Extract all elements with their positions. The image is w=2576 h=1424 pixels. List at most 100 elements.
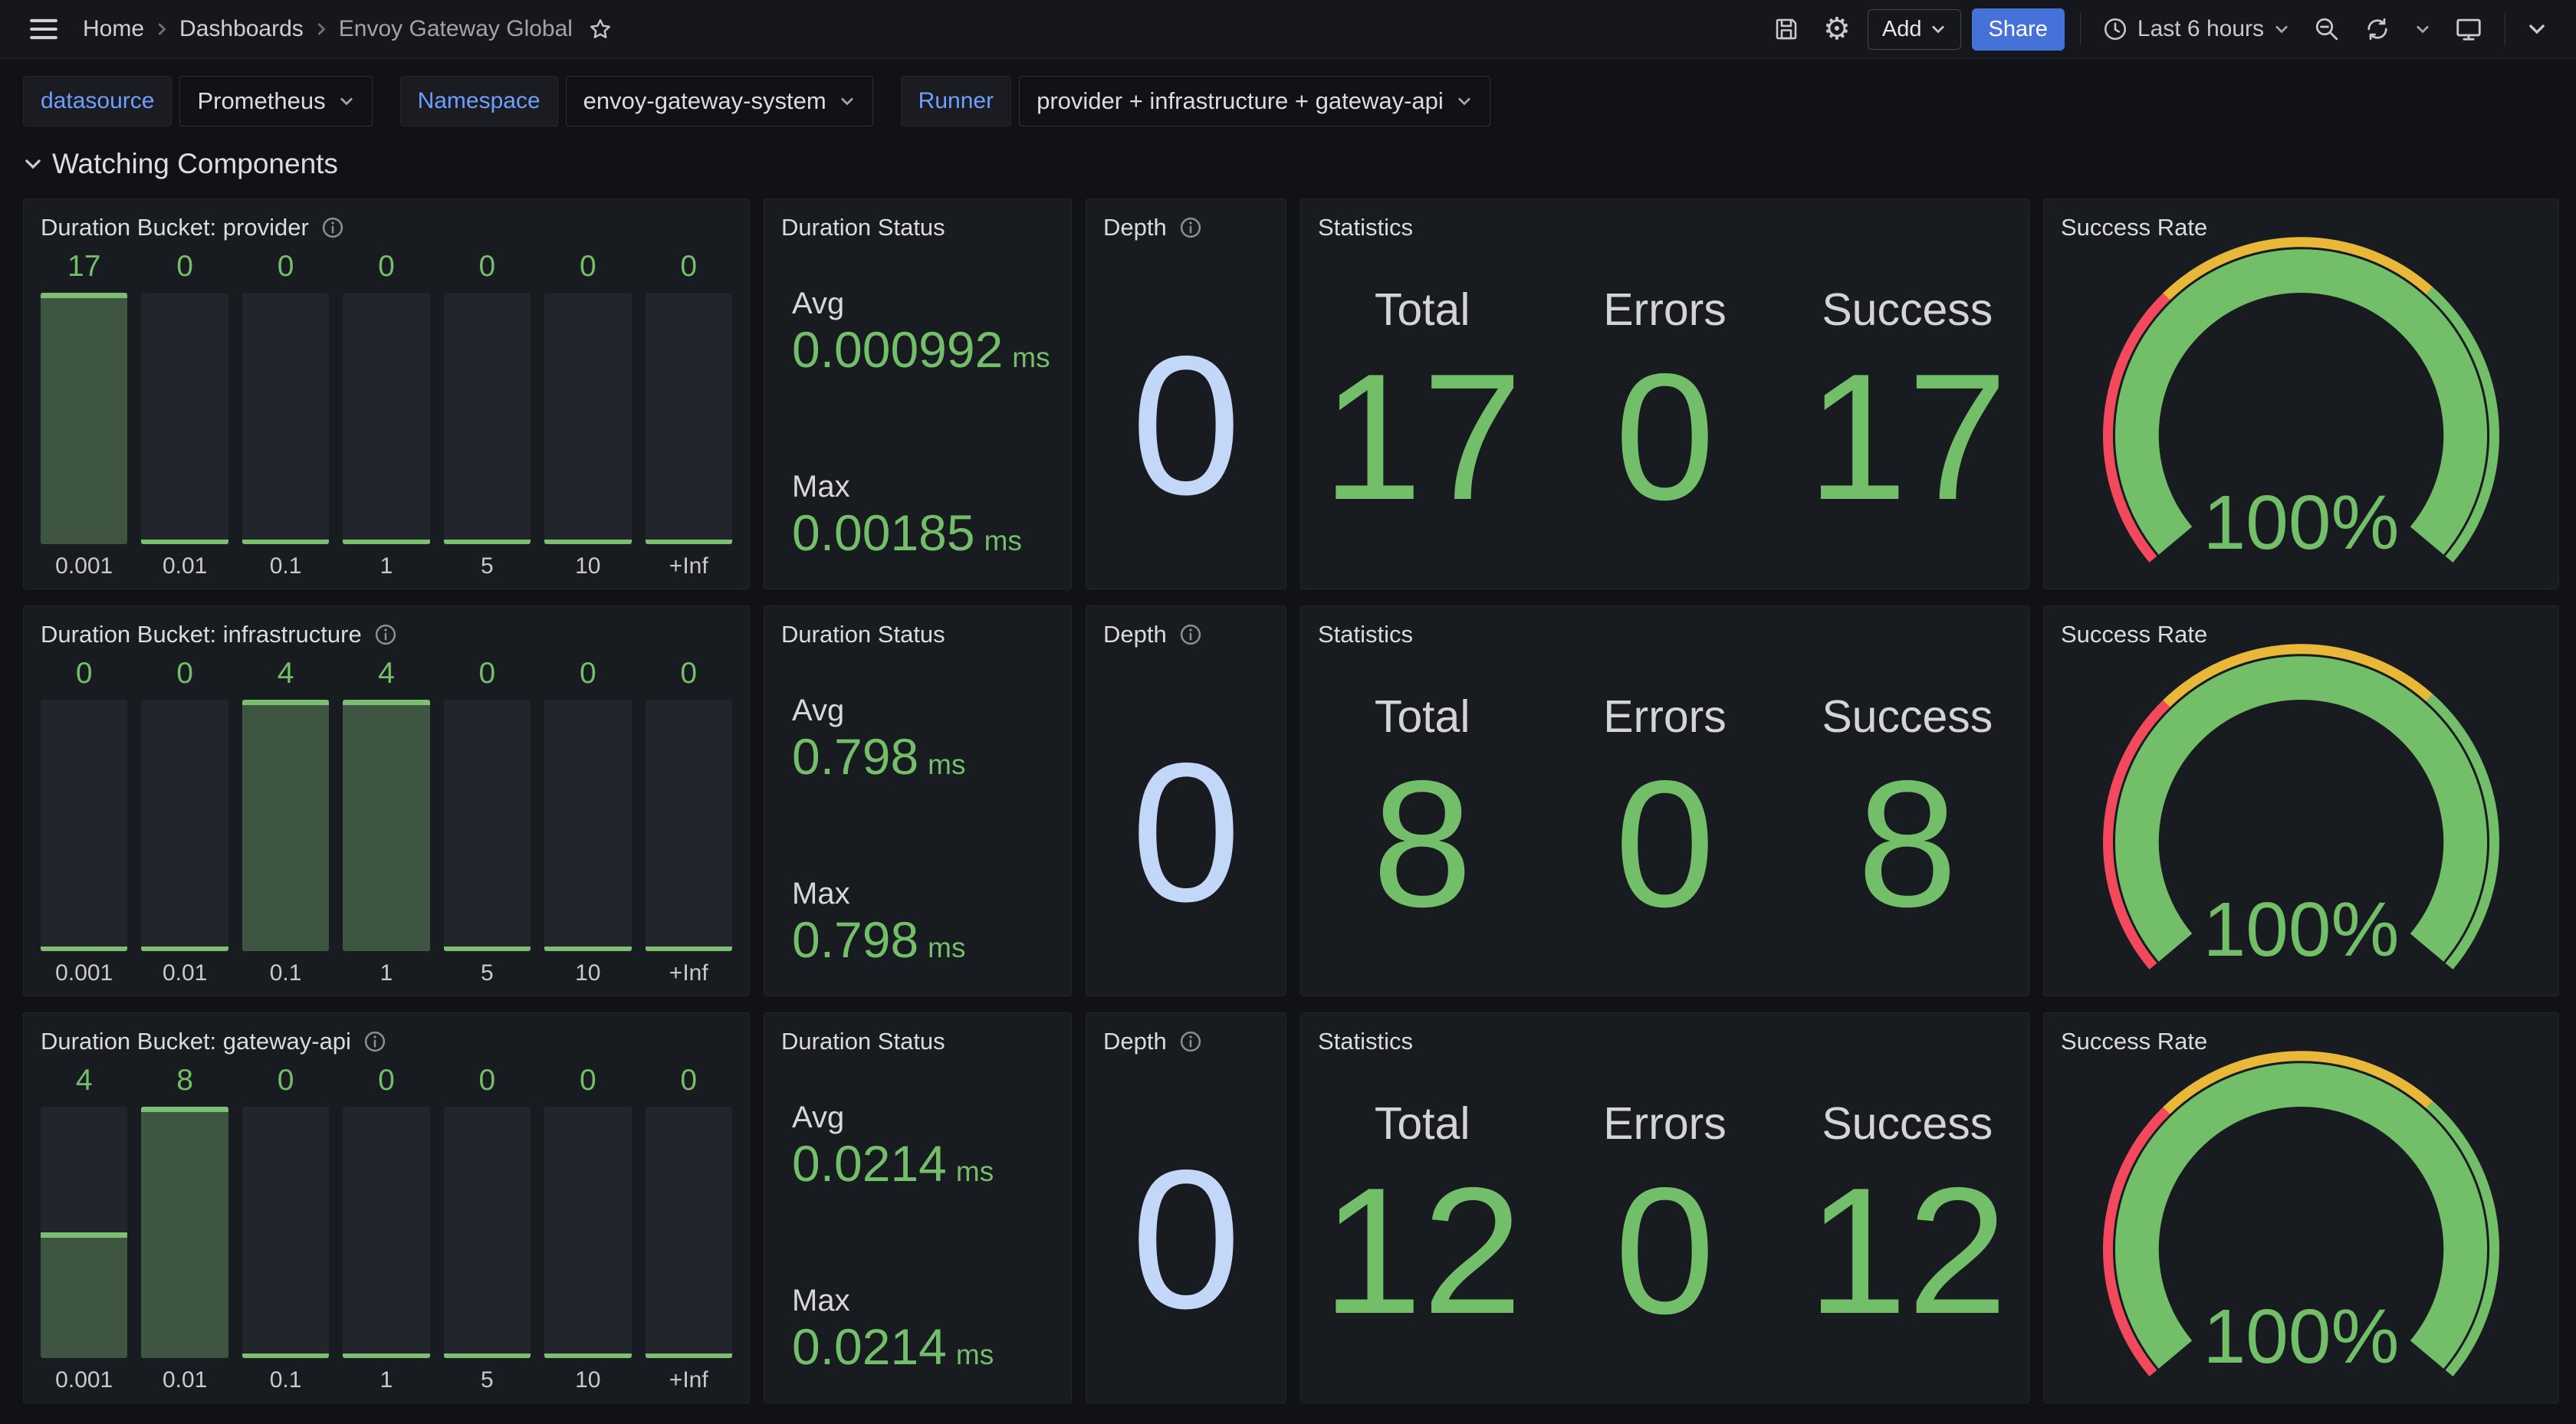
info-icon[interactable] [374, 623, 397, 646]
variable-value-dropdown[interactable]: provider + infrastructure + gateway-api [1019, 76, 1490, 126]
bar-label: 10 [544, 544, 631, 579]
chevron-down-icon [2273, 21, 2290, 38]
bar[interactable]: 010 [544, 1059, 631, 1393]
gauge-value: 100% [2044, 1298, 2558, 1375]
stat-unit: ms [956, 1156, 994, 1189]
bar[interactable]: 00.01 [141, 652, 228, 986]
bar-label: 10 [544, 951, 631, 986]
time-range-picker[interactable]: Last 6 hours [2096, 11, 2296, 47]
bar-track [41, 700, 127, 951]
stat-label: Avg [792, 1101, 1071, 1135]
panel-header[interactable]: Success Rate [2044, 199, 2558, 242]
refresh-icon[interactable] [2358, 9, 2397, 49]
bar-fill [141, 1107, 228, 1358]
panel-header[interactable]: Duration Bucket: infrastructure [24, 606, 749, 649]
bar-label: 0.001 [41, 951, 127, 986]
toolbar-divider [2080, 13, 2081, 45]
refresh-interval-chevron-icon[interactable] [2408, 15, 2437, 44]
duration-stats: Avg 0.0214ms Max 0.0214ms [764, 1056, 1071, 1376]
bar[interactable]: 00.1 [242, 245, 329, 579]
bar-track [242, 700, 329, 951]
menu-icon[interactable] [23, 11, 64, 47]
collapse-topnav-chevron-icon[interactable] [2521, 13, 2553, 45]
bar[interactable]: 010 [544, 245, 631, 579]
panel-header[interactable]: Duration Bucket: gateway-api [24, 1013, 749, 1056]
chevron-down-icon [1930, 21, 1947, 38]
section-row-watching-components[interactable]: Watching Components [0, 126, 2576, 180]
bar-label: 0.01 [141, 544, 228, 579]
bar-track [242, 1107, 329, 1358]
avg-stat: Avg 0.000992ms [792, 287, 1071, 379]
bar-fill [141, 540, 228, 544]
panel-header[interactable]: Statistics [1301, 1013, 2029, 1056]
bar[interactable]: 05 [444, 652, 531, 986]
panel-title: Success Rate [2061, 214, 2207, 241]
chevron-down-icon [839, 93, 856, 110]
panel-header[interactable]: Depth [1086, 1013, 1286, 1056]
bar[interactable]: 40.1 [242, 652, 329, 986]
panel-header[interactable]: Duration Status [764, 606, 1071, 649]
panel-header[interactable]: Success Rate [2044, 1013, 2558, 1056]
bar-track [544, 293, 631, 544]
variable-value-dropdown[interactable]: Prometheus [179, 76, 372, 126]
stat-label: Avg [792, 287, 1071, 321]
bar[interactable]: 00.01 [141, 245, 228, 579]
panel-duration-status: Duration Status Avg 0.000992ms Max 0.001… [764, 199, 1072, 589]
stat-value: 8 [1786, 753, 2029, 933]
panel-header[interactable]: Depth [1086, 606, 1286, 649]
variable-value-dropdown[interactable]: envoy-gateway-system [566, 76, 873, 126]
bar[interactable]: 01 [343, 1059, 429, 1393]
gear-icon[interactable]: ⚙ [1817, 8, 1857, 51]
bar[interactable]: 0+Inf [646, 245, 732, 579]
bar[interactable]: 80.01 [141, 1059, 228, 1393]
breadcrumb-dashboards[interactable]: Dashboards [179, 16, 304, 42]
bar-fill [646, 947, 732, 951]
variable-label: datasource [23, 76, 172, 126]
panel-header[interactable]: Duration Status [764, 1013, 1071, 1056]
bar[interactable]: 0+Inf [646, 1059, 732, 1393]
panel-header[interactable]: Duration Bucket: provider [24, 199, 749, 242]
panel-header[interactable]: Statistics [1301, 606, 2029, 649]
stat-value: 17 [1301, 346, 1543, 527]
favorite-star-icon[interactable] [582, 11, 619, 48]
info-icon[interactable] [1179, 216, 1202, 239]
bar[interactable]: 0+Inf [646, 652, 732, 986]
bar-track [544, 1107, 631, 1358]
bar-track [544, 700, 631, 951]
bar[interactable]: 00.1 [242, 1059, 329, 1393]
bar[interactable]: 170.001 [41, 245, 127, 579]
bar[interactable]: 00.001 [41, 652, 127, 986]
breadcrumb-home[interactable]: Home [83, 16, 144, 42]
panel-header[interactable]: Depth [1086, 199, 1286, 242]
panel-title: Duration Status [781, 214, 945, 241]
stat-success: Success 8 [1786, 691, 2029, 996]
bar-chart: 170.001 00.01 00.1 01 05 010 0+Inf [24, 242, 749, 589]
bar-fill [544, 540, 631, 544]
panel-header[interactable]: Statistics [1301, 199, 2029, 242]
info-icon[interactable] [321, 216, 344, 239]
bar-track [444, 293, 531, 544]
info-icon[interactable] [1179, 623, 1202, 646]
info-icon[interactable] [1179, 1030, 1202, 1053]
add-button[interactable]: Add [1868, 9, 1961, 50]
bar-label: 10 [544, 1358, 631, 1393]
chevron-down-icon [338, 93, 355, 110]
stat-label: Errors [1543, 284, 1786, 336]
share-button[interactable]: Share [1972, 8, 2065, 51]
breadcrumb-current: Envoy Gateway Global [339, 16, 573, 42]
stat-value: 0.798ms [792, 911, 1071, 970]
bar[interactable]: 010 [544, 652, 631, 986]
panel-header[interactable]: Duration Status [764, 199, 1071, 242]
bar[interactable]: 41 [343, 652, 429, 986]
save-icon[interactable] [1766, 9, 1806, 49]
bar[interactable]: 01 [343, 245, 429, 579]
zoom-out-icon[interactable] [2307, 9, 2347, 49]
info-icon[interactable] [363, 1030, 386, 1053]
panel-title: Statistics [1318, 1028, 1413, 1055]
kiosk-monitor-icon[interactable] [2448, 8, 2489, 50]
panel-header[interactable]: Success Rate [2044, 606, 2558, 649]
bar[interactable]: 05 [444, 1059, 531, 1393]
bar[interactable]: 05 [444, 245, 531, 579]
bar-value: 17 [41, 245, 127, 288]
bar[interactable]: 40.001 [41, 1059, 127, 1393]
